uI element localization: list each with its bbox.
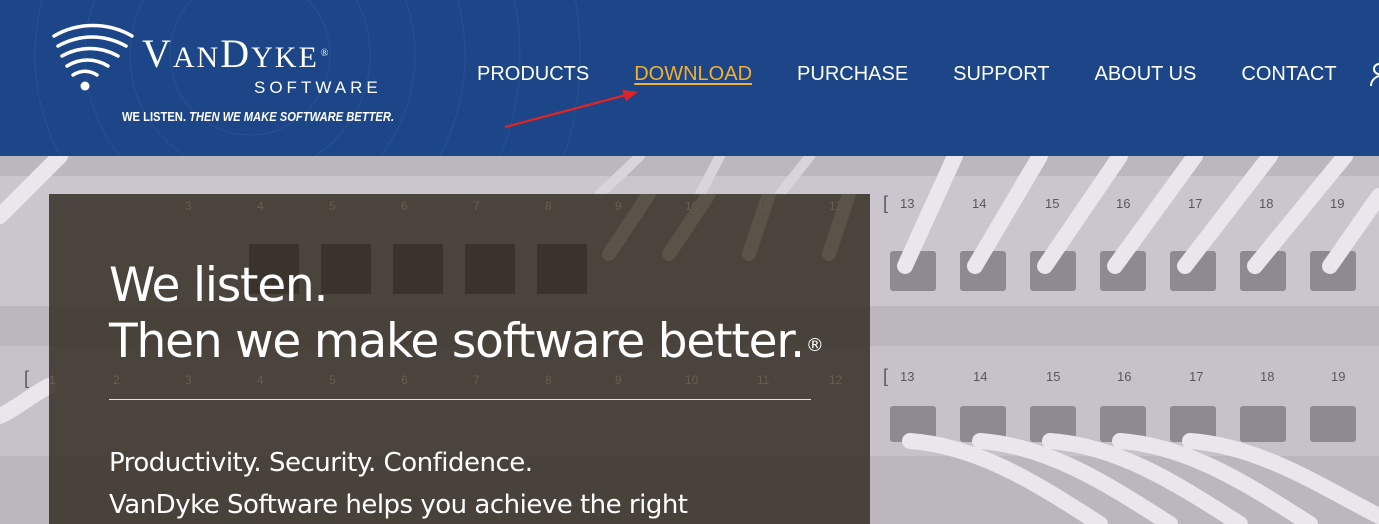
wifi-waves-icon (52, 23, 134, 91)
main-nav: PRODUCTS DOWNLOAD PURCHASE SUPPORT ABOUT… (477, 61, 1379, 87)
nav-link-purchase[interactable]: PURCHASE (797, 63, 908, 85)
nav-link-about-us[interactable]: ABOUT US (1095, 63, 1197, 85)
panel-port-4: 4 (257, 199, 264, 213)
port-label-top-18: 18 (1259, 196, 1273, 211)
port-label-top-15: 15 (1045, 196, 1059, 211)
hero-text-panel: 3 4 5 6 7 8 9 10 11 12 1 2 3 4 5 6 7 8 9… (49, 194, 870, 524)
hero-section: 13 14 15 16 17 18 19 13 14 15 16 17 18 1… (0, 156, 1379, 524)
panel-port-b3: 3 (185, 373, 192, 387)
port-label-top-16: 16 (1116, 196, 1130, 211)
logo-registered-mark: ® (320, 48, 329, 59)
nav-item-about: ABOUT US (1095, 61, 1197, 87)
panel-port-b12: 12 (829, 373, 843, 387)
panel-port-b8: 8 (545, 373, 552, 387)
logo-subtitle: SOFTWARE (254, 78, 382, 97)
bracket-top: [ (883, 193, 888, 213)
nav-link-products[interactable]: PRODUCTS (477, 63, 589, 85)
logo-wordmark: VANDYKE ® (142, 31, 329, 76)
panel-port-b7: 7 (473, 373, 480, 387)
port-label-top-13: 13 (900, 196, 914, 211)
nav-item-contact: CONTACT (1241, 61, 1336, 87)
site-header: VANDYKE ® SOFTWARE WE LISTEN. THEN WE MAK… (0, 0, 1379, 156)
nav-item-purchase: PURCHASE (797, 61, 908, 87)
port-label-bottom-18: 18 (1260, 369, 1274, 384)
user-icon[interactable] (1370, 62, 1379, 88)
port-label-bottom-15: 15 (1046, 369, 1060, 384)
port-label-bottom-19: 19 (1331, 369, 1345, 384)
nav-link-contact[interactable]: CONTACT (1241, 63, 1336, 85)
nav-item-products: PRODUCTS (477, 61, 589, 87)
hero-title-line-1: We listen. (109, 258, 328, 313)
port-label-bottom-17: 17 (1189, 369, 1203, 384)
port-label-bottom-13: 13 (900, 369, 914, 384)
hero-divider (109, 399, 811, 400)
logo-tagline: WE LISTEN. THEN WE MAKE SOFTWARE BETTER. (122, 109, 395, 124)
nav-link-download[interactable]: DOWNLOAD (634, 63, 752, 85)
port-label-bottom-14: 14 (973, 369, 987, 384)
port-label-top-14: 14 (972, 196, 986, 211)
panel-port-3: 3 (185, 199, 192, 213)
vandyke-logo[interactable]: VANDYKE ® SOFTWARE WE LISTEN. THEN WE MAK… (48, 20, 408, 130)
panel-port-b1: 1 (49, 373, 56, 387)
panel-port-b2: 2 (113, 373, 120, 387)
nav-link-support[interactable]: SUPPORT (953, 63, 1049, 85)
panel-port-b6: 6 (401, 373, 408, 387)
port-label-top-19: 19 (1330, 196, 1344, 211)
panel-port-b11: 11 (757, 373, 770, 387)
hero-subtitle: Productivity. Security. Confidence. (109, 448, 533, 478)
panel-port-9: 9 (615, 199, 622, 213)
nav-item-support: SUPPORT (953, 61, 1049, 87)
hero-body-text: VanDyke Software helps you achieve the r… (109, 490, 688, 520)
bracket-left: [ (24, 368, 29, 388)
panel-port-6: 6 (401, 199, 408, 213)
nav-item-download: DOWNLOAD (634, 61, 752, 87)
panel-port-7: 7 (473, 199, 480, 213)
panel-port-b5: 5 (329, 373, 336, 387)
panel-port-5: 5 (329, 199, 336, 213)
panel-port-b10: 10 (685, 373, 699, 387)
panel-port-b9: 9 (615, 373, 622, 387)
hero-title: We listen. Then we make software better.… (109, 258, 849, 370)
hero-title-line-2: Then we make software better. ® (109, 314, 824, 369)
panel-port-b4: 4 (257, 373, 264, 387)
panel-port-8: 8 (545, 199, 552, 213)
registered-mark: ® (805, 335, 824, 356)
port-label-bottom-16: 16 (1117, 369, 1131, 384)
bracket-bottom: [ (883, 366, 888, 386)
port-label-top-17: 17 (1188, 196, 1202, 211)
